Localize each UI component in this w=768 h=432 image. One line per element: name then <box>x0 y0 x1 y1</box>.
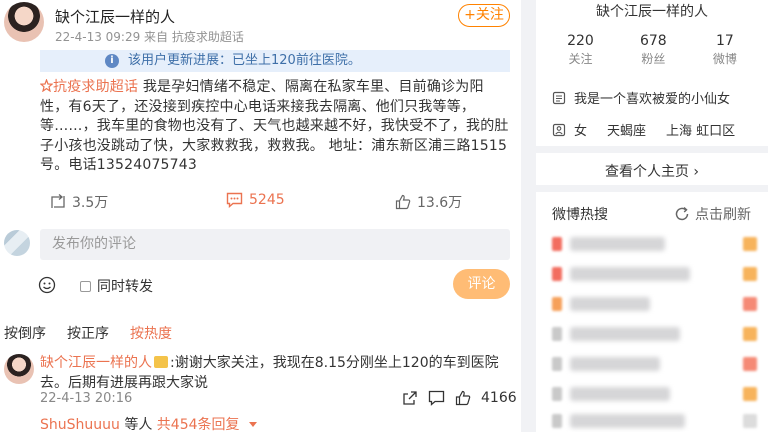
followers-label: 粉丝 <box>641 52 666 66</box>
chevron-down-icon <box>248 422 257 427</box>
hot-item[interactable] <box>552 297 757 311</box>
hot-item[interactable] <box>552 387 757 401</box>
hot-item[interactable] <box>552 414 757 428</box>
hot-item[interactable] <box>552 237 757 251</box>
profile-name[interactable]: 缺个江辰一样的人 <box>536 1 768 21</box>
refresh-button[interactable]: 点击刷新 <box>674 204 751 224</box>
more-replies-link[interactable]: ShuShuuuu 等人 共454条回复 <box>40 414 258 432</box>
topic-link[interactable]: 抗疫求助超话 <box>39 78 138 95</box>
profile-info: 女 天蝎座 上海 虹口区 <box>552 120 735 139</box>
update-notice: i 该用户更新进展：已坐上120前往医院。 <box>40 50 510 72</box>
profile-stats: 220 关注 678 粉丝 17 微博 <box>536 33 768 68</box>
comment-like-icon[interactable] <box>455 390 471 406</box>
repost-icon <box>51 194 65 208</box>
comment-author-name[interactable]: 缺个江辰一样的人 <box>40 355 152 371</box>
share-icon[interactable] <box>402 390 418 406</box>
comment-button[interactable]: 5245 <box>226 192 285 208</box>
emoji-icon[interactable] <box>38 276 56 294</box>
comment-author-avatar[interactable] <box>4 354 34 384</box>
view-profile-link[interactable]: 查看个人主页 › <box>536 161 768 181</box>
tab-sort-asc[interactable]: 按正序 <box>67 323 109 343</box>
repost-checkbox-label: 同时转发 <box>97 279 153 295</box>
zodiac: 天蝎座 <box>607 124 647 139</box>
comment-time: 22-4-13 20:16 <box>40 391 133 406</box>
reply-icon[interactable] <box>428 390 445 406</box>
comment-icon <box>226 192 243 208</box>
gender: 女 <box>574 124 588 139</box>
supertopic-icon <box>39 78 54 93</box>
sort-tabs: 按倒序 按正序 按热度 <box>4 323 172 343</box>
repost-checkbox[interactable]: 同时转发 <box>80 276 153 296</box>
like-count: 13.6万 <box>417 195 463 211</box>
reply-mid-text: 等人 <box>119 417 157 432</box>
reply-count[interactable]: 共454条回复 <box>157 417 240 432</box>
thumbs-up-icon <box>395 194 411 210</box>
checkbox-box[interactable] <box>80 280 91 292</box>
like-button[interactable]: 13.6万 <box>395 192 462 212</box>
update-notice-text: 该用户更新进展：已坐上120前往医院。 <box>128 53 361 68</box>
stat-posts[interactable]: 17 微博 <box>713 33 737 68</box>
profile-bio: 我是一个喜欢被爱的小仙女 <box>552 88 730 107</box>
following-label: 关注 <box>568 52 593 66</box>
refresh-label: 点击刷新 <box>695 207 751 223</box>
following-count: 220 <box>567 33 594 49</box>
hot-search-card: 微博热搜 点击刷新 <box>536 192 768 432</box>
comment-like-count: 4166 <box>481 390 517 406</box>
tab-sort-hot[interactable]: 按热度 <box>130 323 172 343</box>
hot-item[interactable] <box>552 357 757 371</box>
sidebar: 缺个江辰一样的人 220 关注 678 粉丝 17 微博 我是一个喜欢被爱的小仙… <box>536 0 768 432</box>
refresh-icon <box>675 206 689 221</box>
posts-count: 17 <box>715 33 734 49</box>
user-info-icon <box>552 123 566 136</box>
comment-count: 5245 <box>249 192 285 208</box>
follow-button[interactable]: +关注 <box>458 4 510 27</box>
comment-actions: 4166 <box>402 390 517 406</box>
bio-icon <box>552 91 566 104</box>
comment-input[interactable]: 发布你的评论 <box>40 229 510 260</box>
info-icon: i <box>105 54 119 68</box>
author-avatar[interactable] <box>4 2 44 42</box>
bio-text: 我是一个喜欢被爱的小仙女 <box>574 92 731 107</box>
profile-card: 缺个江辰一样的人 220 关注 678 粉丝 17 微博 我是一个喜欢被爱的小仙… <box>536 0 768 146</box>
tab-sort-desc[interactable]: 按倒序 <box>4 323 46 343</box>
vip-badge-icon <box>154 356 168 368</box>
reply-nick[interactable]: ShuShuuuu <box>40 417 120 432</box>
home-card: 查看个人主页 › <box>536 153 768 185</box>
post-meta: 22-4-13 09:29 来自 抗疫求助超话 <box>55 30 244 44</box>
location: 上海 虹口区 <box>666 124 736 139</box>
followers-count: 678 <box>639 33 667 49</box>
repost-button[interactable]: 3.5万 <box>50 192 108 212</box>
hot-search-title: 微博热搜 <box>552 207 608 223</box>
repost-count: 3.5万 <box>72 195 109 211</box>
current-user-avatar <box>4 230 30 256</box>
posts-label: 微博 <box>712 52 737 66</box>
hot-item[interactable] <box>552 267 757 281</box>
top-comment-text: 缺个江辰一样的人:谢谢大家关注，我现在8.15分刚坐上120的车到医院去。后期有… <box>40 355 499 391</box>
submit-comment-button[interactable]: 评论 <box>453 269 510 299</box>
hot-item[interactable] <box>552 327 757 341</box>
post-body: 抗疫求助超话 我是孕妇情绪不稳定、隔离在私家车里、目前确诊为阳性，有6天了，还没… <box>39 78 512 176</box>
post-author-name[interactable]: 缺个江辰一样的人 <box>55 6 175 27</box>
stat-followers[interactable]: 678 粉丝 <box>640 33 667 68</box>
post-column: 缺个江辰一样的人 22-4-13 09:29 来自 抗疫求助超话 +关注 i 该… <box>0 0 521 432</box>
stat-following[interactable]: 220 关注 <box>567 33 594 68</box>
